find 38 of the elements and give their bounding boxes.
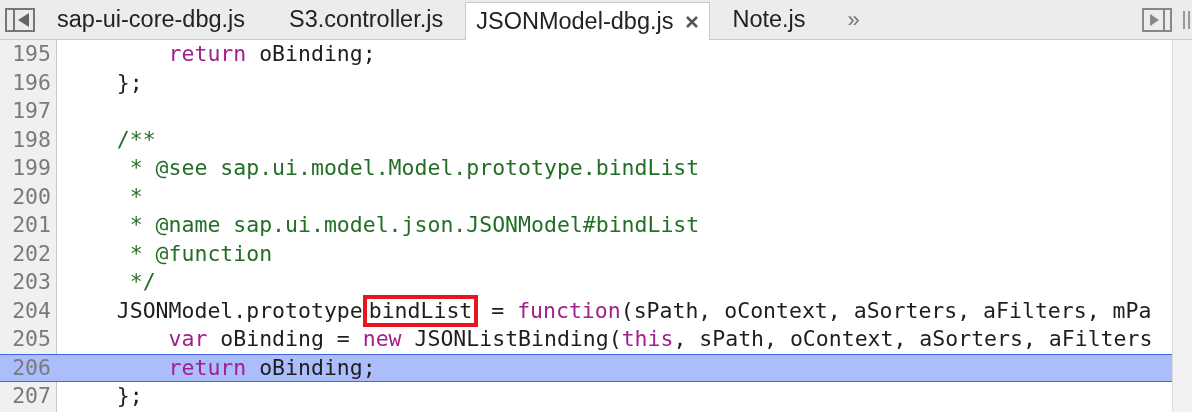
line-number: 198 (11, 125, 52, 154)
line-number: 202 (11, 239, 52, 268)
code-line: var oBinding = new JSONListBinding(this, sPath, oContext, aSorters, aFilters (167, 325, 1153, 354)
code-text: JSONModel.prototype (115, 296, 363, 325)
line-number: 205 (11, 325, 52, 354)
line-number: 201 (11, 211, 52, 240)
sidebar-toggle-icon[interactable] (5, 7, 35, 32)
file-tab[interactable]: S3.controller.js (267, 1, 466, 39)
code-line: }; (115, 382, 143, 411)
line-number: 206 (11, 353, 52, 382)
line-number: 199 (11, 154, 52, 183)
code-line: /** (115, 125, 156, 154)
code-text: = (490, 296, 506, 325)
code-line: }; (115, 68, 143, 97)
more-tabs-icon[interactable]: » (847, 3, 860, 36)
close-icon[interactable] (685, 14, 700, 29)
line-number: 207 (11, 382, 52, 411)
code-line: */ (128, 268, 156, 297)
file-tab[interactable]: JSONModel-dbg.js (465, 2, 711, 40)
code-line: * (128, 182, 143, 211)
code-line: return oBinding; (167, 40, 376, 69)
scrollbar[interactable] (1172, 40, 1192, 412)
line-number: 204 (11, 296, 52, 325)
file-tab[interactable]: sap-ui-core-dbg.js (35, 1, 268, 39)
line-number: 203 (11, 268, 52, 297)
line-number: 200 (11, 182, 52, 211)
code-text: function (517, 296, 621, 325)
line-number: 196 (11, 68, 52, 97)
code-line: * @see sap.ui.model.Model.prototype.bindList (128, 154, 700, 183)
code-line: * @function (128, 239, 273, 268)
code-line: return oBinding; (167, 353, 376, 382)
code-text: (sPath, oContext, aSorters, aFilters, mPa (620, 296, 1152, 325)
line-number: 197 (11, 97, 52, 126)
line-number: 195 (11, 40, 52, 69)
highlighted-code: bindList (362, 294, 479, 327)
code-line: * @name sap.ui.model.json.JSONModel#bindList (128, 211, 700, 240)
step-icon[interactable] (1142, 7, 1172, 32)
file-tab[interactable]: Note.js (710, 1, 828, 39)
